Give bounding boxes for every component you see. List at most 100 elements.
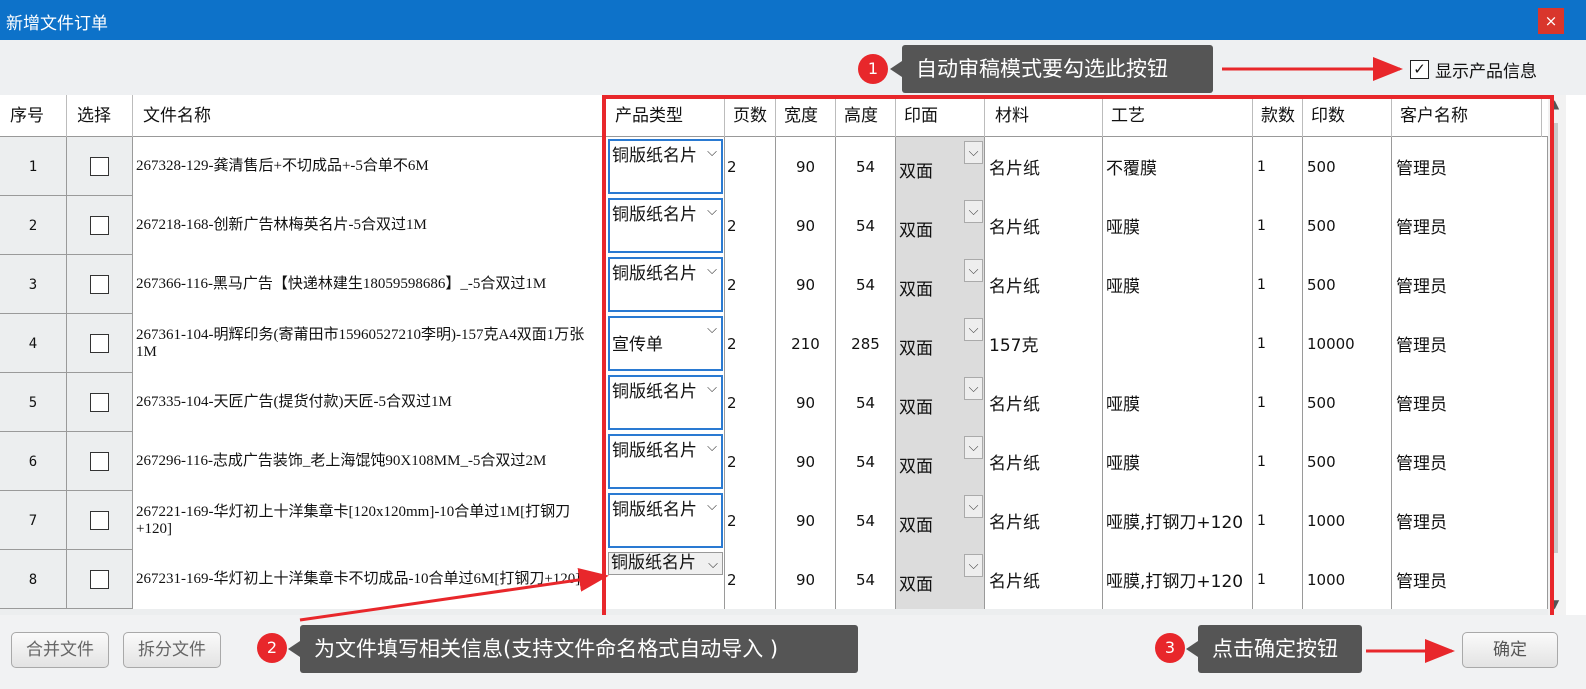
row-select-checkbox[interactable] [90, 334, 109, 353]
show-product-info-checkbox[interactable]: ✓ 显示产品信息 [1410, 57, 1537, 82]
chevron-down-icon[interactable]: ⌵ [707, 439, 717, 457]
material-cell[interactable]: 名片纸 [985, 491, 1103, 550]
chevron-down-icon[interactable]: ⌵ [964, 200, 983, 223]
row-select-checkbox[interactable] [90, 452, 109, 471]
table-row[interactable]: 7 267221-169-华灯初上十洋集章卡[120x120mm]-10合单过1M… [0, 491, 1548, 550]
client-name-cell[interactable]: 管理员 [1392, 255, 1548, 314]
pages-cell[interactable]: 2 [725, 196, 776, 255]
height-cell[interactable]: 54 [836, 432, 896, 491]
craft-cell[interactable]: 哑膜,打钢刀+120 [1103, 550, 1253, 609]
quantity-cell[interactable]: 500 [1303, 137, 1392, 196]
quantity-cell[interactable]: 500 [1303, 373, 1392, 432]
scroll-up-icon[interactable]: ▲ [1550, 97, 1559, 111]
row-select-checkbox[interactable] [90, 216, 109, 235]
quantity-cell[interactable]: 10000 [1303, 314, 1392, 373]
height-cell[interactable]: 54 [836, 373, 896, 432]
width-cell[interactable]: 90 [776, 550, 836, 609]
width-cell[interactable]: 90 [776, 491, 836, 550]
material-cell[interactable]: 157克 [985, 314, 1103, 373]
table-row[interactable]: 3 267366-116-黑马广告【快递林建生18059598686】_-5合双过… [0, 255, 1548, 314]
chevron-down-icon[interactable]: ⌵ [964, 436, 983, 459]
height-cell[interactable]: 54 [836, 196, 896, 255]
print-side-dropdown[interactable]: 双面 ⌵ [898, 375, 983, 430]
count-cell[interactable]: 1 [1253, 314, 1303, 373]
file-name-cell[interactable]: 267218-168-创新广告林梅英名片-5合双过1M [133, 196, 605, 255]
chevron-down-icon[interactable]: ⌵ [707, 321, 717, 339]
file-name-cell[interactable]: 267296-116-志成广告装饰_老上海馄饨90X108MM_-5合双过2M [133, 432, 605, 491]
product-type-dropdown[interactable]: 铜版纸名片 ⌵ [608, 198, 723, 253]
count-cell[interactable]: 1 [1253, 255, 1303, 314]
chevron-down-icon[interactable]: ⌵ [964, 259, 983, 282]
product-type-dropdown[interactable]: 铜版纸名片 ⌵ [608, 257, 723, 312]
print-side-dropdown[interactable]: 双面 ⌵ [898, 198, 983, 253]
table-row[interactable]: 5 267335-104-天匠广告(提货付款)天匠-5合双过1M 铜版纸名片 ⌵ 2 90… [0, 373, 1548, 432]
table-row[interactable]: 2 267218-168-创新广告林梅英名片-5合双过1M 铜版纸名片 ⌵ 2 90 54 双… [0, 196, 1548, 255]
product-type-dropdown[interactable]: 铜版纸名片 ⌵ [608, 493, 723, 548]
quantity-cell[interactable]: 500 [1303, 196, 1392, 255]
row-select-checkbox[interactable] [90, 275, 109, 294]
width-cell[interactable]: 210 [776, 314, 836, 373]
count-cell[interactable]: 1 [1253, 196, 1303, 255]
count-cell[interactable]: 1 [1253, 137, 1303, 196]
chevron-down-icon[interactable]: ⌵ [707, 380, 717, 398]
print-side-dropdown[interactable]: 双面 ⌵ [898, 257, 983, 312]
file-name-cell[interactable]: 267221-169-华灯初上十洋集章卡[120x120mm]-10合单过1M[… [133, 491, 605, 550]
count-cell[interactable]: 1 [1253, 432, 1303, 491]
pages-cell[interactable]: 2 [725, 550, 776, 609]
client-name-cell[interactable]: 管理员 [1392, 550, 1548, 609]
file-name-cell[interactable]: 267335-104-天匠广告(提货付款)天匠-5合双过1M [133, 373, 605, 432]
chevron-down-icon[interactable]: ⌵ [964, 377, 983, 400]
count-cell[interactable]: 1 [1253, 491, 1303, 550]
file-name-cell[interactable]: 267328-129-龚清售后+不切成品+-5合单不6M [133, 137, 605, 196]
chevron-down-icon[interactable]: ⌵ [707, 498, 717, 516]
material-cell[interactable]: 名片纸 [985, 137, 1103, 196]
pages-cell[interactable]: 2 [725, 255, 776, 314]
quantity-cell[interactable]: 500 [1303, 432, 1392, 491]
pages-cell[interactable]: 2 [725, 373, 776, 432]
pages-cell[interactable]: 2 [725, 491, 776, 550]
row-select-checkbox[interactable] [90, 393, 109, 412]
craft-cell[interactable]: 哑膜 [1103, 255, 1253, 314]
confirm-button[interactable]: 确定 [1462, 632, 1558, 668]
product-type-dropdown[interactable]: 铜版纸名片 ⌵ [608, 434, 723, 489]
count-cell[interactable]: 1 [1253, 373, 1303, 432]
vertical-scrollbar[interactable]: ▲ ▼ [1548, 95, 1566, 615]
height-cell[interactable]: 54 [836, 491, 896, 550]
craft-cell[interactable] [1103, 314, 1253, 373]
print-side-dropdown[interactable]: 双面 ⌵ [898, 139, 983, 194]
chevron-down-icon[interactable]: ⌵ [964, 318, 983, 341]
print-side-dropdown[interactable]: 双面 ⌵ [898, 552, 983, 607]
height-cell[interactable]: 54 [836, 137, 896, 196]
table-row[interactable]: 8 267231-169-华灯初上十洋集章卡不切成品-10合单过6M[打钢刀+12… [0, 550, 1548, 609]
file-name-cell[interactable]: 267366-116-黑马广告【快递林建生18059598686】_-5合双过1… [133, 255, 605, 314]
width-cell[interactable]: 90 [776, 255, 836, 314]
material-cell[interactable]: 名片纸 [985, 196, 1103, 255]
client-name-cell[interactable]: 管理员 [1392, 373, 1548, 432]
chevron-down-icon[interactable]: ⌵ [708, 556, 718, 574]
client-name-cell[interactable]: 管理员 [1392, 314, 1548, 373]
chevron-down-icon[interactable]: ⌵ [707, 203, 717, 221]
table-row[interactable]: 1 267328-129-龚清售后+不切成品+-5合单不6M 铜版纸名片 ⌵ 2 90 54… [0, 137, 1548, 196]
chevron-down-icon[interactable]: ⌵ [964, 495, 983, 518]
print-side-dropdown[interactable]: 双面 ⌵ [898, 316, 983, 371]
scroll-down-icon[interactable]: ▼ [1550, 597, 1559, 611]
client-name-cell[interactable]: 管理员 [1392, 137, 1548, 196]
width-cell[interactable]: 90 [776, 137, 836, 196]
chevron-down-icon[interactable]: ⌵ [964, 141, 983, 164]
pages-cell[interactable]: 2 [725, 432, 776, 491]
height-cell[interactable]: 54 [836, 550, 896, 609]
close-icon[interactable]: × [1538, 8, 1564, 34]
pages-cell[interactable]: 2 [725, 137, 776, 196]
product-type-dropdown[interactable]: 铜版纸名片 ⌵ [608, 375, 723, 430]
chevron-down-icon[interactable]: ⌵ [707, 262, 717, 280]
craft-cell[interactable]: 哑膜 [1103, 432, 1253, 491]
file-name-cell[interactable]: 267361-104-明辉印务(寄莆田市15960527210李明)-157克A… [133, 314, 605, 373]
row-select-checkbox[interactable] [90, 157, 109, 176]
chevron-down-icon[interactable]: ⌵ [707, 144, 717, 162]
scrollbar-thumb[interactable] [1552, 123, 1558, 553]
print-side-dropdown[interactable]: 双面 ⌵ [898, 434, 983, 489]
product-type-dropdown[interactable]: 铜版纸名片 ⌵ [608, 139, 723, 194]
pages-cell[interactable]: 2 [725, 314, 776, 373]
craft-cell[interactable]: 哑膜 [1103, 373, 1253, 432]
client-name-cell[interactable]: 管理员 [1392, 491, 1548, 550]
